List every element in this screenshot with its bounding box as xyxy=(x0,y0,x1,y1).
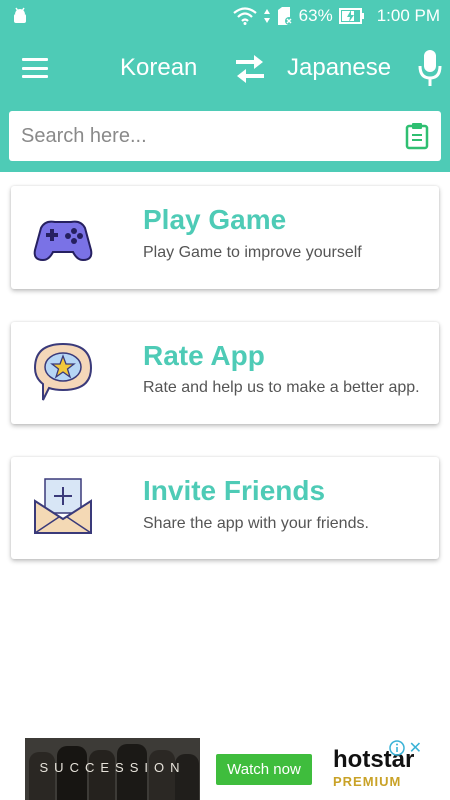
sim-card-icon xyxy=(277,7,293,25)
source-language-selector[interactable]: Korean xyxy=(120,52,197,84)
status-indicators: 63% 1:00 PM xyxy=(232,6,440,26)
invite-mail-icon xyxy=(34,478,92,534)
ad-close-icon[interactable]: ✕ xyxy=(409,738,422,758)
play-game-card[interactable]: Play Game Play Game to improve yourself xyxy=(11,186,439,289)
toolbar: Korean Japanese xyxy=(0,32,450,172)
microphone-icon[interactable] xyxy=(416,48,444,88)
rate-star-icon xyxy=(33,342,93,401)
hamburger-icon-bar xyxy=(22,66,48,70)
menu-button[interactable] xyxy=(18,54,52,82)
hamburger-icon-bar xyxy=(22,58,48,61)
card-subtitle: Rate and help us to make a better app. xyxy=(143,379,420,396)
target-language-selector[interactable]: Japanese xyxy=(287,52,391,84)
rate-app-card[interactable]: Rate App Rate and help us to make a bett… xyxy=(11,322,439,424)
ad-image[interactable]: SUCCESSION xyxy=(25,738,200,800)
status-bar: 63% 1:00 PM xyxy=(0,0,450,32)
ad-info-icon[interactable] xyxy=(389,740,405,756)
card-subtitle: Share the app with your friends. xyxy=(143,515,369,532)
watch-now-button[interactable]: Watch now xyxy=(216,754,312,785)
search-input[interactable] xyxy=(21,124,405,148)
wifi-icon xyxy=(232,7,257,25)
android-notification-icon xyxy=(14,7,26,23)
search-bar xyxy=(9,111,441,161)
clipboard-icon[interactable] xyxy=(405,122,429,150)
swap-languages-icon[interactable] xyxy=(232,52,268,86)
ad-brand-sub: PREMIUM xyxy=(333,774,402,789)
invite-friends-card[interactable]: Invite Friends Share the app with your f… xyxy=(11,457,439,559)
gamepad-icon xyxy=(33,220,93,262)
card-title: Invite Friends xyxy=(143,475,326,506)
card-subtitle: Play Game to improve yourself xyxy=(143,244,362,261)
battery-percent: 63% xyxy=(298,6,333,25)
ad-image-title: SUCCESSION xyxy=(39,760,186,775)
hamburger-icon-bar xyxy=(22,75,48,78)
card-title: Play Game xyxy=(143,204,287,235)
status-time: 1:00 PM xyxy=(376,6,440,25)
ad-banner[interactable]: SUCCESSION Watch now hotstar PREMIUM ✕ xyxy=(25,738,425,800)
data-arrows-icon xyxy=(263,9,270,23)
card-title: Rate App xyxy=(143,340,265,371)
battery-charging-icon xyxy=(338,8,364,24)
